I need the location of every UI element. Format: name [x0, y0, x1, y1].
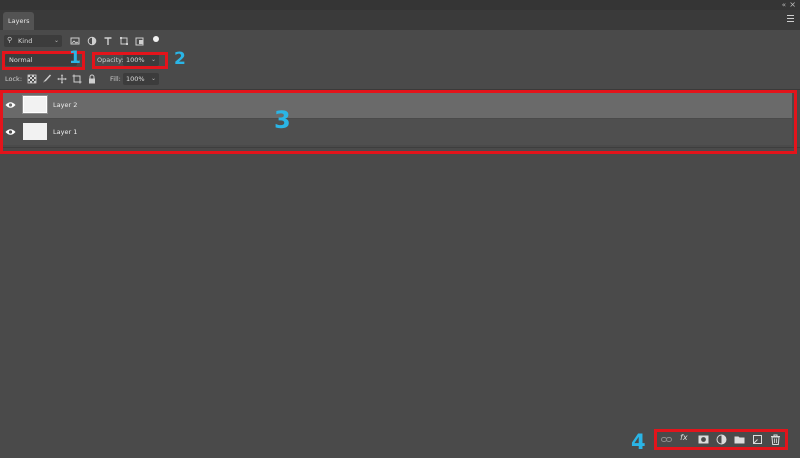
fill-label: Fill: [110, 75, 121, 83]
tab-layers[interactable]: Layers [3, 12, 34, 30]
adjustment-layer-filter-icon[interactable] [87, 36, 97, 46]
fill-value: 100% [126, 75, 145, 83]
lock-position-icon[interactable] [57, 74, 67, 84]
hamburger-menu-icon[interactable] [785, 13, 795, 25]
type-layer-filter-icon[interactable] [103, 36, 113, 46]
filter-kind-label: Kind [18, 37, 33, 45]
lock-options-row: Lock: Fill: 100% ⌄ [0, 73, 800, 86]
layer-filter-row: ⚲ Kind ⌄ [0, 34, 800, 48]
lock-label: Lock: [5, 75, 23, 83]
callout-number-4: 4 [631, 430, 646, 454]
smart-object-filter-icon[interactable] [135, 36, 145, 46]
panel-tab-bar: Layers [0, 10, 800, 30]
callout-number-3: 3 [274, 106, 291, 134]
fill-field[interactable]: 100% ⌄ [123, 73, 159, 85]
close-panel-button[interactable]: × [789, 0, 796, 10]
filter-kind-select[interactable]: ⚲ Kind ⌄ [4, 35, 62, 47]
callout-number-2: 2 [174, 49, 186, 69]
lock-all-icon[interactable] [87, 74, 97, 84]
search-icon: ⚲ [7, 36, 13, 44]
lock-transparent-pixels-icon[interactable] [27, 74, 37, 84]
pixel-layer-filter-icon[interactable] [70, 36, 80, 46]
highlight-box-opacity [92, 52, 168, 69]
filter-toggle-dot-icon[interactable] [151, 34, 161, 44]
chevron-down-icon: ⌄ [53, 37, 59, 44]
shape-layer-filter-icon[interactable] [119, 36, 129, 46]
highlight-box-layers-list [0, 90, 797, 154]
chevron-down-icon: ⌄ [150, 75, 156, 82]
highlight-box-footer [654, 429, 788, 450]
window-top-strip: « × [0, 0, 800, 10]
callout-number-1: 1 [69, 48, 81, 68]
tab-layers-label: Layers [8, 17, 30, 25]
collapse-panels-button[interactable]: « [782, 0, 786, 10]
lock-image-pixels-icon[interactable] [42, 74, 52, 84]
lock-artboard-icon[interactable] [72, 74, 82, 84]
